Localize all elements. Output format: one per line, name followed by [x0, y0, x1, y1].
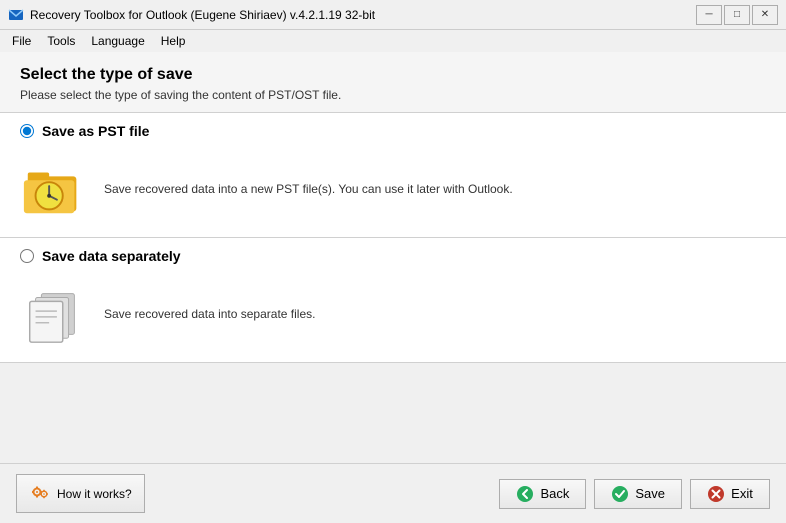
back-icon	[516, 485, 534, 503]
back-button[interactable]: Back	[499, 479, 586, 509]
footer-left: How it works?	[16, 474, 499, 513]
content-area: Select the type of save Please select th…	[0, 52, 786, 463]
separate-files-icon	[20, 280, 88, 348]
option-pst-row: Save as PST file	[0, 113, 786, 238]
back-label: Back	[540, 486, 569, 501]
spacer	[0, 363, 786, 463]
menu-file[interactable]: File	[4, 32, 39, 50]
window-controls: ─ □ ✕	[696, 5, 778, 25]
minimize-button[interactable]: ─	[696, 5, 722, 25]
option-separate-radio[interactable]	[20, 249, 34, 263]
save-button[interactable]: Save	[594, 479, 682, 509]
option-separate-description: Save recovered data into separate files.	[104, 305, 315, 323]
option-pst-radio[interactable]	[20, 124, 34, 138]
page-subtitle: Please select the type of saving the con…	[20, 88, 766, 102]
menu-help[interactable]: Help	[153, 32, 194, 50]
option-separate-row: Save data separately	[0, 238, 786, 363]
option-pst-body: Save recovered data into a new PST file(…	[0, 151, 786, 237]
header-section: Select the type of save Please select th…	[0, 52, 786, 113]
pst-icon	[20, 155, 88, 223]
app-icon	[8, 7, 24, 23]
page-title: Select the type of save	[20, 66, 766, 84]
menu-tools[interactable]: Tools	[39, 32, 83, 50]
menu-language[interactable]: Language	[83, 32, 152, 50]
exit-icon	[707, 485, 725, 503]
options-container: Save as PST file	[0, 113, 786, 463]
close-button[interactable]: ✕	[752, 5, 778, 25]
maximize-button[interactable]: □	[724, 5, 750, 25]
menu-bar: File Tools Language Help	[0, 30, 786, 52]
save-icon	[611, 485, 629, 503]
window-title: Recovery Toolbox for Outlook (Eugene Shi…	[30, 8, 696, 22]
option-pst-header: Save as PST file	[0, 113, 786, 151]
gear-icon	[29, 480, 53, 507]
option-pst-description: Save recovered data into a new PST file(…	[104, 180, 513, 198]
option-pst-title: Save as PST file	[42, 123, 149, 139]
title-bar: Recovery Toolbox for Outlook (Eugene Shi…	[0, 0, 786, 30]
exit-label: Exit	[731, 486, 753, 501]
option-separate-header: Save data separately	[0, 238, 786, 276]
option-separate-label[interactable]: Save data separately	[20, 248, 181, 264]
footer: How it works? Back Save	[0, 463, 786, 523]
option-separate-title: Save data separately	[42, 248, 181, 264]
option-separate-body: Save recovered data into separate files.	[0, 276, 786, 362]
how-it-works-button[interactable]: How it works?	[16, 474, 145, 513]
save-label: Save	[635, 486, 665, 501]
footer-right: Back Save Exit	[499, 479, 770, 509]
option-pst-label[interactable]: Save as PST file	[20, 123, 149, 139]
exit-button[interactable]: Exit	[690, 479, 770, 509]
how-it-works-label: How it works?	[57, 487, 132, 501]
